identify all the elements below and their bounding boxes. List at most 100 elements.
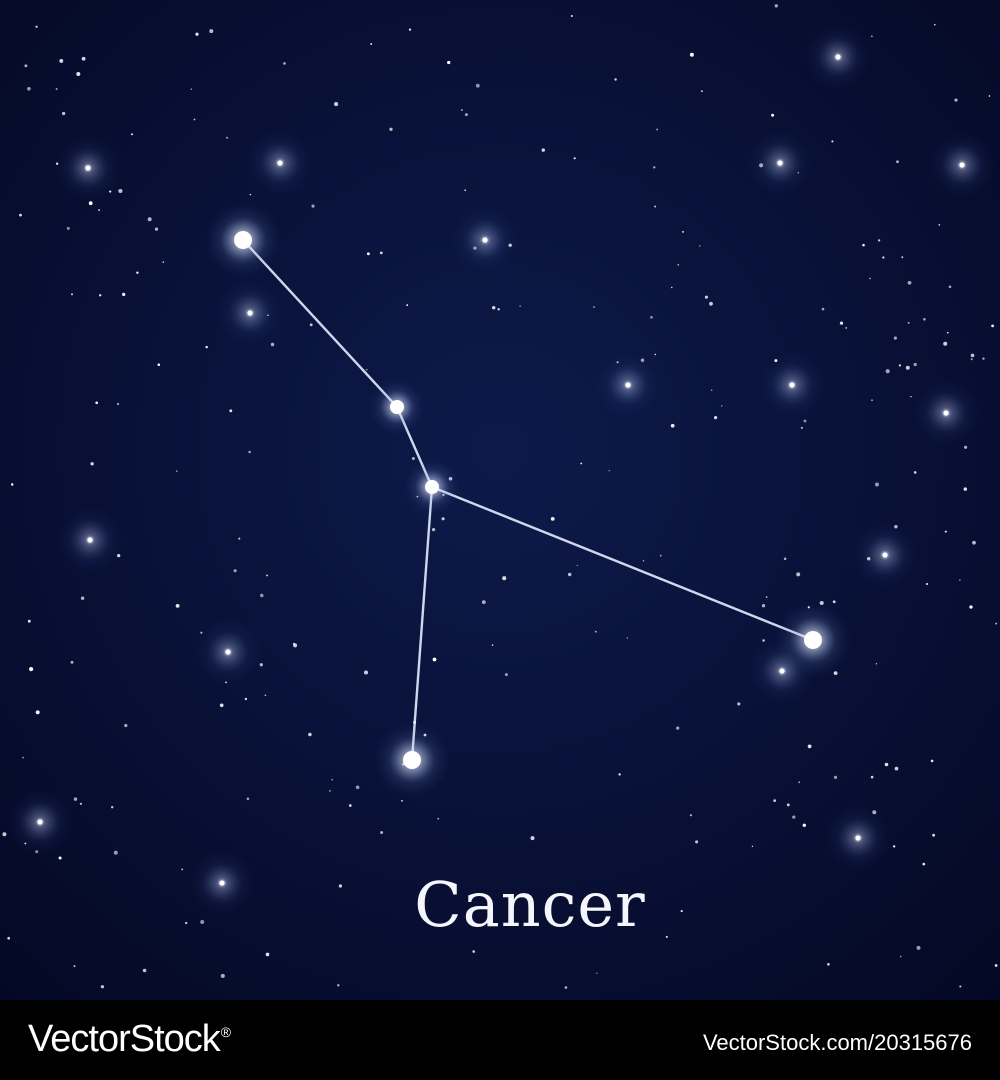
dust-star	[802, 823, 806, 827]
dust-star	[894, 525, 898, 529]
dust-star	[721, 405, 723, 407]
dust-star	[76, 71, 81, 77]
dust-star	[35, 710, 40, 715]
dust-star	[308, 732, 312, 737]
dust-star	[618, 773, 621, 776]
dust-star	[481, 600, 486, 604]
dust-star	[406, 304, 409, 307]
dust-star	[596, 972, 598, 974]
dust-star	[491, 305, 496, 310]
dust-star	[24, 64, 28, 68]
dust-star	[833, 775, 838, 780]
dust-star	[349, 804, 352, 807]
dust-star	[925, 582, 929, 586]
dust-star	[608, 470, 610, 472]
dust-star	[677, 264, 680, 266]
dust-star	[220, 973, 225, 978]
dust-star	[567, 572, 572, 577]
hazy-star-core	[247, 310, 253, 316]
trademark-symbol: ®	[220, 1024, 231, 1040]
dust-star	[964, 445, 968, 449]
dust-star	[932, 833, 935, 837]
dust-star	[70, 660, 74, 664]
dust-star	[700, 90, 703, 93]
dust-star	[938, 224, 941, 226]
dust-star	[792, 815, 796, 819]
dust-star	[761, 604, 766, 608]
dust-star	[437, 817, 440, 820]
dust-star	[58, 856, 62, 860]
dust-star	[882, 256, 885, 259]
dust-star	[893, 336, 897, 340]
dust-star	[654, 205, 657, 208]
dust-star	[774, 359, 778, 363]
dust-star	[10, 483, 14, 486]
dust-star	[899, 955, 902, 958]
dust-star	[576, 564, 578, 567]
dust-star	[593, 306, 595, 308]
dust-star	[205, 345, 208, 349]
dust-star	[896, 160, 899, 164]
dust-star	[954, 98, 958, 102]
dust-star	[59, 58, 64, 63]
dust-star	[100, 985, 104, 989]
dust-star	[190, 88, 193, 90]
dust-star	[200, 631, 203, 634]
dust-star	[751, 845, 754, 847]
dust-star	[465, 113, 468, 116]
dust-star	[959, 985, 962, 988]
dust-star	[877, 239, 881, 242]
dust-star	[943, 341, 948, 346]
dust-star	[219, 703, 224, 708]
dust-star	[580, 462, 583, 465]
dust-star	[124, 723, 128, 728]
dust-star	[797, 172, 799, 174]
dust-star	[79, 802, 82, 805]
dust-star	[66, 226, 70, 230]
dust-star	[689, 814, 693, 817]
dust-star	[504, 673, 508, 677]
dust-star	[867, 557, 871, 561]
dust-star	[311, 204, 315, 208]
dust-star	[862, 243, 865, 247]
dust-star	[759, 163, 764, 168]
dust-star	[157, 363, 161, 366]
dust-star	[616, 361, 619, 364]
hazy-star-core	[85, 165, 91, 171]
dust-star	[355, 785, 360, 790]
dust-star	[893, 845, 896, 848]
dust-star	[35, 25, 38, 29]
dust-star	[773, 799, 777, 802]
constellation-star	[403, 751, 421, 769]
dust-star	[905, 365, 910, 370]
dust-star	[774, 4, 778, 8]
dust-star	[447, 60, 451, 65]
dust-star	[910, 395, 912, 398]
dust-star	[461, 109, 463, 111]
dust-star	[709, 301, 713, 306]
dust-star	[640, 358, 645, 362]
dust-star	[27, 86, 31, 91]
hazy-star-core	[277, 160, 283, 166]
dust-star	[497, 308, 500, 311]
dust-star	[246, 797, 250, 800]
hazy-star-core	[37, 819, 43, 825]
dust-star	[907, 321, 910, 324]
dust-star	[654, 353, 657, 356]
dust-star	[401, 799, 403, 802]
dust-star	[659, 554, 662, 557]
dust-star	[22, 756, 24, 759]
constellation-star	[390, 400, 404, 414]
dust-star	[916, 945, 921, 950]
dust-star	[594, 630, 597, 633]
dust-star	[786, 803, 790, 807]
dust-star	[508, 243, 512, 247]
dust-star	[27, 619, 31, 623]
dust-star	[762, 639, 765, 642]
dust-star	[61, 111, 66, 116]
dust-star	[821, 307, 825, 311]
dust-star	[573, 157, 576, 160]
dust-star	[90, 462, 94, 466]
dust-star	[233, 569, 237, 573]
dust-star	[249, 193, 252, 196]
